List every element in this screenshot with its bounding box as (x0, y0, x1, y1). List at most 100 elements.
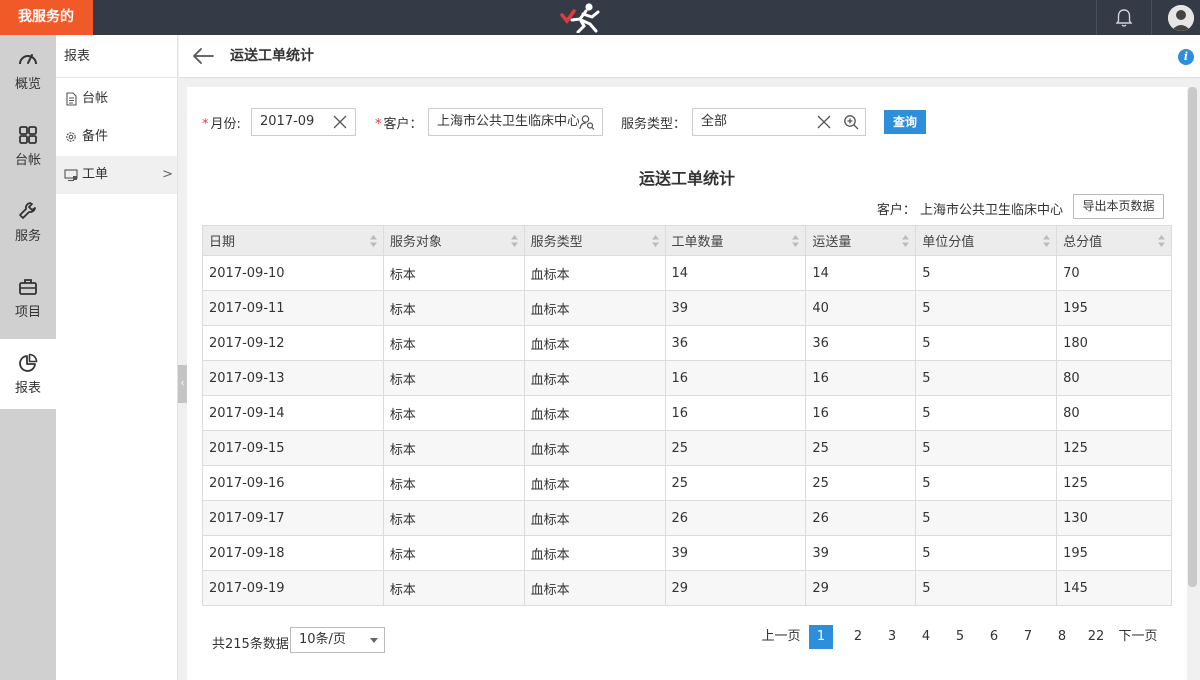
export-page-button[interactable]: 导出本页数据 (1073, 194, 1164, 219)
table-cell: 血标本 (523, 255, 666, 291)
table-cell: 145 (1056, 570, 1172, 606)
table-cell: 2017-09-18 (202, 535, 384, 571)
grid-icon (19, 126, 37, 144)
column-header-label: 服务对象 (389, 235, 442, 250)
pie-chart-icon (19, 353, 38, 372)
table-cell: 36 (664, 325, 807, 361)
table-cell: 26 (664, 500, 807, 536)
collapse-sidebar-handle[interactable]: ‹ (178, 365, 187, 403)
rail-item-overview[interactable]: 概览 (0, 35, 56, 105)
page-button[interactable]: 7 (1016, 625, 1040, 649)
user-search-icon[interactable] (579, 114, 595, 130)
table-row: 2017-09-13 标本 血标本 16 16 5 80 (202, 360, 1172, 396)
table-cell: 标本 (382, 535, 525, 571)
page-button[interactable]: 1 (809, 625, 833, 649)
page-button[interactable]: 22 (1084, 625, 1108, 649)
page-button[interactable]: 6 (982, 625, 1006, 649)
sort-icon[interactable] (510, 235, 518, 247)
column-header[interactable]: 服务对象 (382, 225, 525, 256)
table-cell: 标本 (382, 465, 525, 501)
zoom-in-icon[interactable] (843, 114, 859, 130)
page-button[interactable]: 5 (948, 625, 972, 649)
user-avatar-icon[interactable] (1168, 5, 1194, 31)
table-cell: 26 (805, 500, 917, 536)
bell-icon[interactable] (1113, 7, 1135, 29)
table-cell: 130 (1056, 500, 1172, 536)
table-cell: 25 (805, 465, 917, 501)
table-cell: 16 (664, 360, 807, 396)
page-button[interactable]: 4 (914, 625, 938, 649)
client-field[interactable]: 上海市公共卫生临床中心 (428, 108, 603, 136)
table-cell: 40 (805, 290, 917, 326)
column-header[interactable]: 服务类型 (523, 225, 666, 256)
table-cell: 5 (915, 360, 1058, 396)
subnav-item-label: 台帐 (82, 91, 109, 106)
subnav-item-label: 备件 (82, 129, 109, 144)
briefcase-icon (19, 279, 37, 295)
column-header-label: 工单数量 (671, 235, 724, 250)
brand-label[interactable]: 我服务的 (0, 0, 93, 35)
query-button[interactable]: 查询 (884, 110, 926, 134)
info-icon[interactable]: i (1178, 49, 1194, 65)
table-cell: 195 (1056, 535, 1172, 571)
table-cell: 2017-09-15 (202, 430, 384, 466)
prev-page-button[interactable]: 上一页 (760, 625, 802, 649)
rail-item-label: 台帐 (14, 153, 41, 168)
sort-icon[interactable] (1043, 235, 1051, 247)
rail-item-project[interactable]: 项目 (0, 263, 56, 333)
column-header[interactable]: 日期 (202, 225, 384, 256)
clear-icon[interactable] (332, 114, 348, 130)
month-field[interactable]: 2017-09 (251, 108, 356, 136)
column-header[interactable]: 总分值 (1056, 225, 1172, 256)
sort-icon[interactable] (651, 235, 659, 247)
page-button[interactable]: 3 (880, 625, 904, 649)
table-cell: 2017-09-11 (202, 290, 384, 326)
table-cell: 5 (915, 500, 1058, 536)
table-row: 2017-09-16 标本 血标本 25 25 5 125 (202, 465, 1172, 501)
sub-sidebar: 报表 台帐 备件 工单 > (56, 35, 178, 680)
column-header-label: 单位分值 (922, 235, 975, 250)
rail-item-ledger[interactable]: 台帐 (0, 111, 56, 181)
page-button[interactable]: 8 (1050, 625, 1074, 649)
table-cell: 血标本 (523, 325, 666, 361)
column-header-label: 服务类型 (530, 235, 583, 250)
page-button[interactable]: 2 (846, 625, 870, 649)
subnav-item-ledger[interactable]: 台帐 (56, 80, 177, 118)
page-size-value: 10条/页 (299, 632, 346, 647)
back-arrow-icon[interactable] (191, 46, 215, 66)
column-header[interactable]: 单位分值 (915, 225, 1058, 256)
wrench-icon (19, 202, 36, 219)
clear-icon[interactable] (816, 114, 832, 130)
table-cell: 标本 (382, 395, 525, 431)
sort-icon[interactable] (792, 235, 800, 247)
table-cell: 29 (664, 570, 807, 606)
table-cell: 5 (915, 325, 1058, 361)
table-cell: 血标本 (523, 395, 666, 431)
table-cell: 39 (664, 290, 807, 326)
page-size-select[interactable]: 10条/页 (290, 627, 385, 653)
required-mark: * (375, 117, 382, 132)
subnav-item-workorder[interactable]: 工单 > (56, 156, 177, 194)
service-type-field[interactable]: 全部 (692, 108, 866, 136)
sort-icon[interactable] (369, 235, 377, 247)
sort-icon[interactable] (1158, 235, 1165, 247)
rail-item-service[interactable]: 服务 (0, 187, 56, 257)
vertical-scrollbar[interactable] (1188, 87, 1197, 587)
table-cell: 2017-09-12 (202, 325, 384, 361)
sort-icon[interactable] (902, 235, 910, 247)
column-header[interactable]: 运送量 (805, 225, 917, 256)
caret-down-icon (370, 638, 378, 643)
table-cell: 5 (915, 430, 1058, 466)
table-cell: 180 (1056, 325, 1172, 361)
subnav-item-parts[interactable]: 备件 (56, 118, 177, 156)
column-header[interactable]: 工单数量 (664, 225, 807, 256)
table-row: 2017-09-18 标本 血标本 39 39 5 195 (202, 535, 1172, 571)
table-cell: 血标本 (523, 290, 666, 326)
table-cell: 14 (805, 255, 917, 291)
table-cell: 195 (1056, 290, 1172, 326)
rail-item-report[interactable]: 报表 (0, 339, 56, 409)
rail-item-label: 概览 (14, 77, 41, 92)
next-page-button[interactable]: 下一页 (1116, 625, 1160, 649)
table-cell: 5 (915, 570, 1058, 606)
column-header-label: 运送量 (812, 235, 852, 250)
